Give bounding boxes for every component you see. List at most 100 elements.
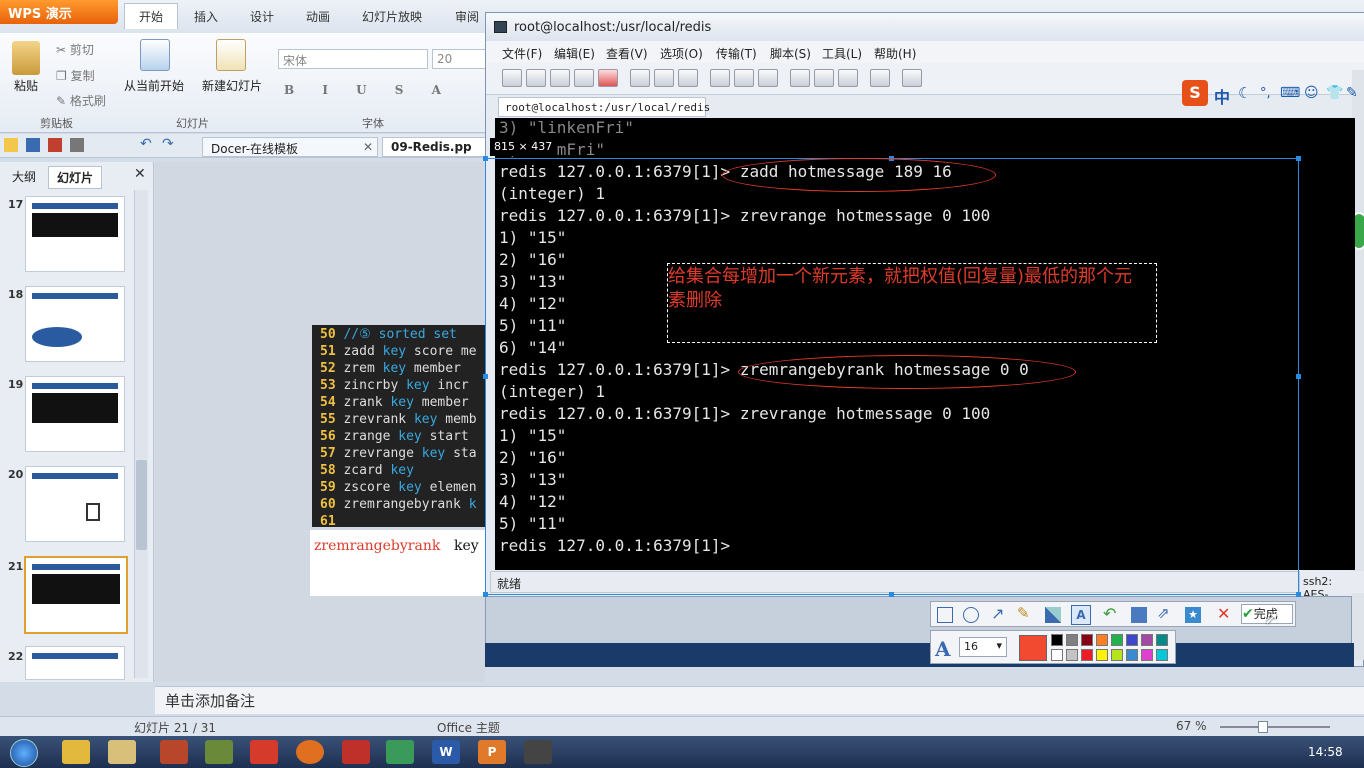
moon-icon[interactable]: ☾ [1238,84,1251,102]
close-panel-icon[interactable]: ✕ [134,166,146,182]
text-tool-icon[interactable]: A [1071,605,1091,625]
sftp-icon[interactable] [710,69,730,87]
doc-tab-docer[interactable]: Docer-在线模板 ✕ [202,137,378,157]
share-icon[interactable]: ⇗ [1157,604,1170,622]
menu-options[interactable]: 选项(O) [660,45,703,62]
color-swatch[interactable] [1066,634,1078,646]
notes-input[interactable]: 单击添加备注 [155,686,1364,714]
print-icon[interactable] [70,138,84,152]
open-folder-icon[interactable] [4,138,18,152]
app-icon[interactable] [342,740,370,764]
menu-transfer[interactable]: 传输(T) [716,45,757,62]
save-icon[interactable] [1131,607,1147,623]
save-icon[interactable] [26,138,40,152]
rectangle-tool-icon[interactable] [937,607,953,623]
transfer-icon[interactable] [734,69,754,87]
cancel-icon[interactable]: ✕ [1217,604,1230,623]
explorer-icon[interactable] [108,740,136,764]
session-icon[interactable] [550,69,570,87]
font-size-select[interactable]: 20 [432,49,488,69]
color-swatch[interactable] [1126,634,1138,646]
new-slide-icon[interactable] [216,39,246,71]
color-swatch[interactable] [1051,649,1063,661]
from-current-button[interactable]: 从当前开始 [124,77,184,94]
cut-button[interactable]: ✂ 剪切 [56,41,94,58]
session-options-icon[interactable] [790,69,810,87]
skin-icon[interactable]: 👕 [1326,85,1343,101]
panel-scrollbar[interactable] [134,190,148,678]
menu-script[interactable]: 脚本(S) [770,45,811,62]
app-icon[interactable] [205,740,233,764]
tab-home[interactable]: 开始 [124,3,179,29]
resize-handle[interactable] [483,156,488,161]
color-swatch[interactable] [1081,634,1093,646]
format-painter-button[interactable]: ✎ 格式刷 [56,92,106,109]
terminal-session-tab[interactable]: root@localhost:/usr/local/redis [498,97,710,117]
slide-thumbnail[interactable] [25,286,125,362]
color-swatch[interactable] [1156,634,1168,646]
resize-handle[interactable] [1296,156,1301,161]
annotation-ellipse[interactable] [722,158,996,192]
slide-thumbnail[interactable] [25,466,125,542]
global-options-icon[interactable] [814,69,834,87]
menu-file[interactable]: 文件(F) [502,45,542,62]
tab-slideshow[interactable]: 幻灯片放映 [350,6,434,27]
tab-outline[interactable]: 大纲 [4,166,44,187]
user-icon[interactable]: ☺ [1304,85,1319,101]
menu-edit[interactable]: 编辑(E) [554,45,595,62]
help-icon[interactable] [870,69,890,87]
mosaic-tool-icon[interactable] [1045,607,1061,623]
find-icon[interactable] [678,69,698,87]
app-icon[interactable] [62,740,90,764]
font-name-select[interactable]: 宋体 [278,49,428,69]
font-size-select[interactable]: 16 ▾ [959,637,1007,657]
connect-icon[interactable] [502,69,522,87]
resize-handle[interactable] [483,374,488,379]
color-swatch[interactable] [1066,649,1078,661]
color-swatch[interactable] [1051,634,1063,646]
quick-connect-icon[interactable] [526,69,546,87]
pen-tool-icon[interactable]: ✎ [1017,604,1030,622]
copy-icon[interactable] [630,69,650,87]
app-icon[interactable] [160,740,188,764]
close-icon[interactable]: ✕ [363,140,373,154]
wps-presentation-icon[interactable]: P [478,740,506,764]
terminal-icon[interactable] [524,740,552,764]
copy-button[interactable]: ❐ 复制 [56,67,95,84]
disconnect-icon[interactable] [598,69,618,87]
ellipse-tool-icon[interactable] [963,607,979,623]
slide-thumbnail[interactable] [25,196,125,272]
paste-icon[interactable] [12,41,40,75]
arrow-tool-icon[interactable]: ↗ [991,604,1004,623]
tab-animation[interactable]: 动画 [294,6,342,27]
pdf-icon[interactable] [48,138,62,152]
print-icon[interactable] [758,69,778,87]
tab-insert[interactable]: 插入 [182,6,230,27]
color-swatch[interactable] [1141,634,1153,646]
slide-thumbnail[interactable] [25,376,125,452]
font-style-buttons[interactable]: B I U S A [284,83,453,97]
zoom-slider[interactable] [1220,726,1330,728]
color-swatch[interactable] [1096,634,1108,646]
menu-help[interactable]: 帮助(H) [874,45,916,62]
slide-thumbnail-selected[interactable] [24,556,128,634]
color-swatch[interactable] [1111,649,1123,661]
keyboard-icon[interactable]: ⌨ [1280,85,1300,101]
wps-logo-button[interactable]: WPS 演示 [0,0,118,24]
resize-handle[interactable] [1296,374,1301,379]
color-swatch[interactable] [1111,634,1123,646]
sogou-icon[interactable]: S [1182,80,1208,106]
resize-handle[interactable] [483,592,488,597]
tab-review[interactable]: 审阅 [443,6,491,27]
current-color-swatch[interactable] [1019,635,1047,661]
color-swatch[interactable] [1081,649,1093,661]
tab-design[interactable]: 设计 [238,6,286,27]
app-icon[interactable] [386,740,414,764]
zoom-slider-thumb[interactable] [1258,721,1268,733]
punctuation-icon[interactable]: °, [1260,86,1271,101]
play-slide-icon[interactable] [140,39,170,71]
color-swatch[interactable] [1156,649,1168,661]
undo-icon[interactable]: ↶ [140,136,152,152]
resize-handle[interactable] [889,592,894,597]
color-swatch[interactable] [1096,649,1108,661]
